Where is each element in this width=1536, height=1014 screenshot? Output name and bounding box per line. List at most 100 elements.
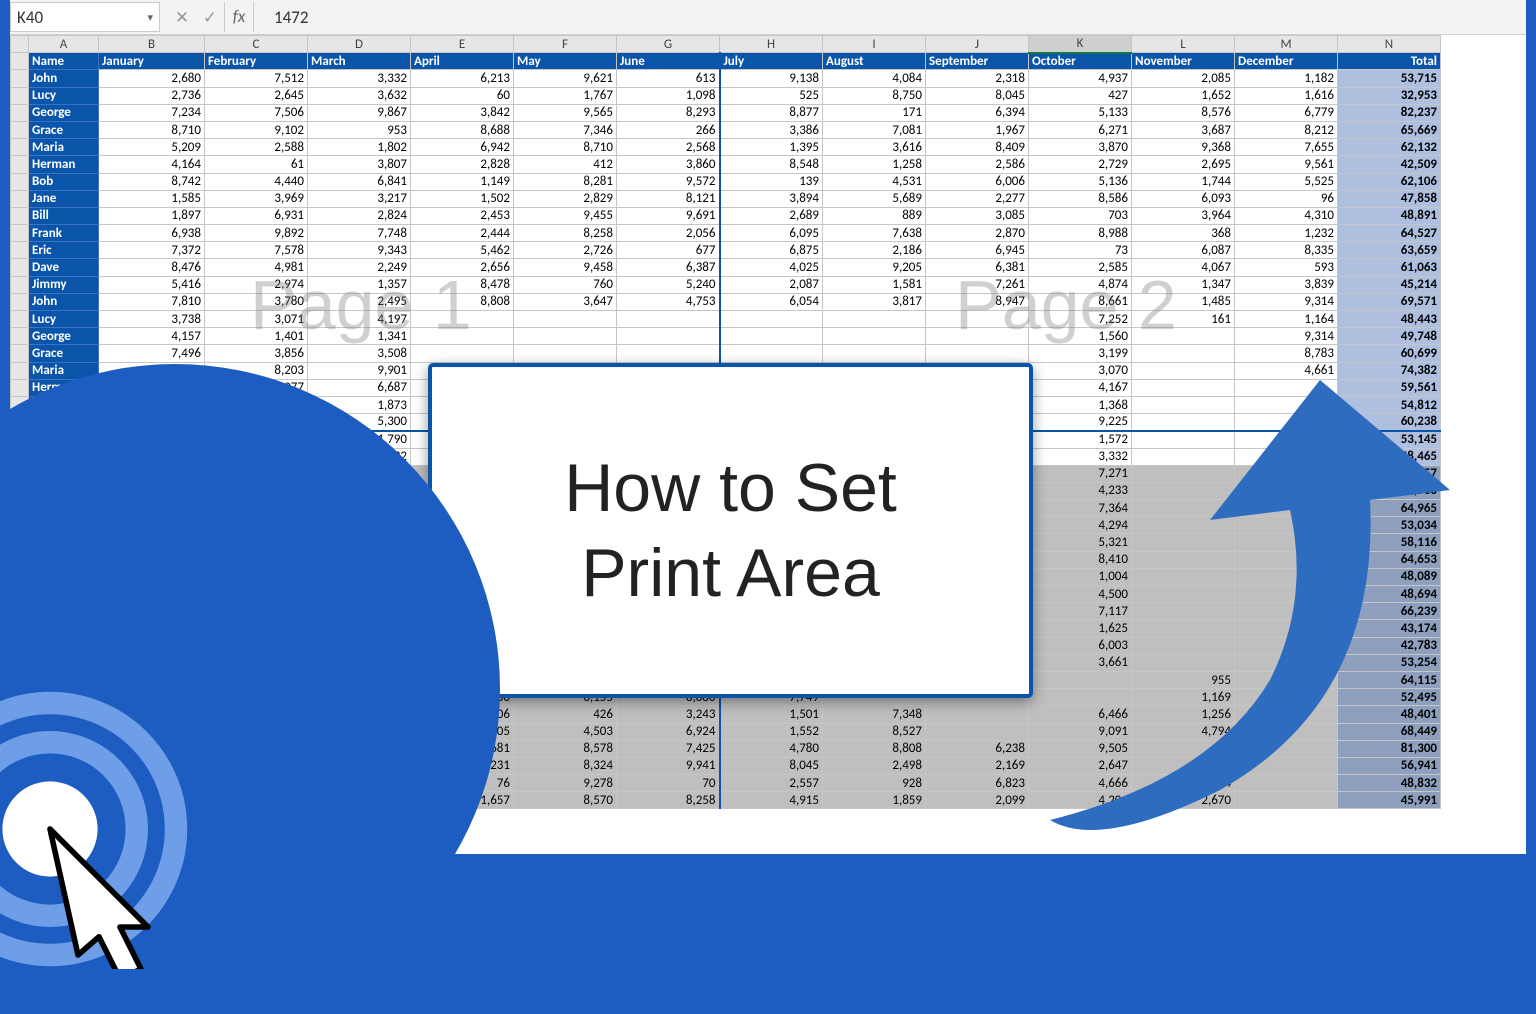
data-cell[interactable]: 6,387 (617, 259, 720, 276)
data-cell[interactable]: 1,401 (205, 328, 308, 345)
total-cell[interactable]: 53,034 (1338, 517, 1441, 534)
header-february[interactable]: February (205, 53, 308, 70)
data-cell[interactable]: 3,894 (720, 190, 823, 207)
data-cell[interactable]: 1,357 (308, 276, 411, 293)
data-cell[interactable]: 3,870 (1029, 139, 1132, 156)
data-cell[interactable]: 525 (720, 87, 823, 104)
data-cell[interactable] (1132, 465, 1235, 482)
data-cell[interactable]: 6,931 (205, 207, 308, 224)
data-cell[interactable]: 4,937 (1029, 70, 1132, 87)
data-cell[interactable]: 3,839 (1235, 276, 1338, 293)
data-cell[interactable] (1132, 396, 1235, 413)
name-cell[interactable]: Frank (29, 225, 99, 242)
data-cell[interactable]: 8,688 (411, 121, 514, 138)
data-cell[interactable]: 4,661 (1235, 362, 1338, 379)
data-cell[interactable]: 2,495 (308, 293, 411, 310)
col-header-I[interactable]: I (823, 36, 926, 53)
data-cell[interactable]: 9,343 (308, 242, 411, 259)
data-cell[interactable]: 8,121 (617, 190, 720, 207)
data-cell[interactable]: 8,877 (720, 104, 823, 121)
total-cell[interactable]: 48,401 (1338, 706, 1441, 723)
data-cell[interactable]: 6,779 (1235, 104, 1338, 121)
total-cell[interactable]: 45,991 (1338, 792, 1441, 809)
data-cell[interactable] (617, 328, 720, 345)
total-cell[interactable]: 56,941 (1338, 757, 1441, 774)
data-cell[interactable]: 8,335 (1235, 242, 1338, 259)
data-cell[interactable]: 2,249 (308, 259, 411, 276)
total-cell[interactable]: 48,694 (1338, 586, 1441, 603)
data-cell[interactable]: 1,149 (411, 173, 514, 190)
data-cell[interactable]: 4,294 (1029, 517, 1132, 534)
data-cell[interactable]: 7,346 (514, 121, 617, 138)
data-cell[interactable]: 3,738 (99, 311, 205, 328)
data-cell[interactable] (720, 345, 823, 362)
header-may[interactable]: May (514, 53, 617, 70)
data-cell[interactable]: 1,164 (1235, 311, 1338, 328)
header-december[interactable]: December (1235, 53, 1338, 70)
data-cell[interactable]: 953 (308, 121, 411, 138)
total-cell[interactable]: 82,237 (1338, 104, 1441, 121)
total-cell[interactable]: 65,357 (1338, 465, 1441, 482)
data-cell[interactable]: 3,199 (1029, 345, 1132, 362)
data-cell[interactable]: 5,209 (99, 139, 205, 156)
data-cell[interactable]: 4,981 (205, 259, 308, 276)
data-cell[interactable]: 70 (617, 775, 720, 792)
name-cell[interactable]: Lucy (29, 311, 99, 328)
data-cell[interactable]: 8,274 (1132, 775, 1235, 792)
data-cell[interactable]: 1,341 (308, 328, 411, 345)
data-cell[interactable]: 8,212 (1235, 121, 1338, 138)
data-cell[interactable]: 955 (1132, 671, 1235, 688)
data-cell[interactable]: 1,767 (514, 87, 617, 104)
data-cell[interactable]: 9,205 (823, 259, 926, 276)
name-cell[interactable]: Bill (29, 207, 99, 224)
data-cell[interactable]: 7,655 (1235, 139, 1338, 156)
data-cell[interactable] (1029, 689, 1132, 706)
col-header-J[interactable]: J (926, 36, 1029, 53)
data-cell[interactable]: 6,841 (308, 173, 411, 190)
data-cell[interactable]: 8,576 (1132, 104, 1235, 121)
data-cell[interactable] (926, 706, 1029, 723)
col-header-L[interactable]: L (1132, 36, 1235, 53)
data-cell[interactable]: 8,324 (514, 757, 617, 774)
data-cell[interactable] (1235, 671, 1338, 688)
total-cell[interactable]: 64,653 (1338, 551, 1441, 568)
data-cell[interactable]: 1,395 (720, 139, 823, 156)
total-cell[interactable]: 48,089 (1338, 568, 1441, 585)
data-cell[interactable]: 2,588 (205, 139, 308, 156)
data-cell[interactable]: 4,164 (99, 156, 205, 173)
data-cell[interactable]: 5,458 (1235, 654, 1338, 671)
data-cell[interactable]: 7,117 (1029, 603, 1132, 620)
data-cell[interactable]: 161 (1132, 311, 1235, 328)
data-cell[interactable] (1235, 792, 1338, 809)
data-cell[interactable]: 2,186 (823, 242, 926, 259)
data-cell[interactable] (720, 328, 823, 345)
header-july[interactable]: July (720, 53, 823, 70)
name-box[interactable]: K40 ▾ (10, 2, 160, 32)
data-cell[interactable]: 2,557 (720, 775, 823, 792)
data-cell[interactable]: 1,625 (1029, 620, 1132, 637)
header-november[interactable]: November (1132, 53, 1235, 70)
data-cell[interactable]: 8,742 (99, 173, 205, 190)
data-cell[interactable]: 9,505 (1029, 740, 1132, 757)
data-cell[interactable]: 703 (1029, 207, 1132, 224)
data-cell[interactable]: 6,823 (926, 775, 1029, 792)
total-cell[interactable]: 60,238 (1338, 414, 1441, 431)
col-header-N[interactable]: N (1338, 36, 1441, 53)
total-cell[interactable]: 45,214 (1338, 276, 1441, 293)
data-cell[interactable]: 6,938 (99, 225, 205, 242)
data-cell[interactable]: 7,578 (205, 242, 308, 259)
data-cell[interactable]: 4,157 (99, 328, 205, 345)
data-cell[interactable]: 1,173 (1235, 551, 1338, 568)
data-cell[interactable]: 9,458 (514, 259, 617, 276)
data-cell[interactable]: 8,808 (411, 293, 514, 310)
data-cell[interactable]: 1,501 (720, 706, 823, 723)
data-cell[interactable]: 4,500 (1029, 586, 1132, 603)
table-row[interactable]: Bob8,7424,4406,8411,1498,2819,5721394,53… (11, 173, 1441, 190)
data-cell[interactable]: 9,091 (1029, 723, 1132, 740)
data-cell[interactable]: 593 (1235, 259, 1338, 276)
data-cell[interactable]: 322 (1235, 517, 1338, 534)
data-cell[interactable] (1132, 551, 1235, 568)
data-cell[interactable]: 3,243 (617, 706, 720, 723)
data-cell[interactable]: 2,169 (926, 757, 1029, 774)
total-cell[interactable]: 53,254 (1338, 654, 1441, 671)
